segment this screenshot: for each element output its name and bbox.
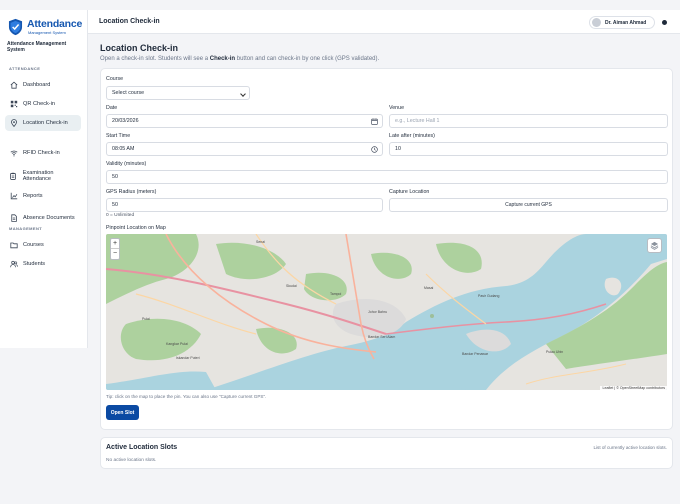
folder-icon <box>9 241 18 250</box>
active-slots-empty: No active location slots. <box>106 458 157 463</box>
map-label: Pinpoint Location on Map <box>106 225 166 231</box>
open-slot-button[interactable]: Open Slot <box>106 405 139 420</box>
map-place-label: Johor Bahru <box>368 310 388 314</box>
sidebar-item-label: Examination Attendance <box>22 169 54 182</box>
validity-label: Validity (minutes) <box>106 161 147 167</box>
validity-field[interactable]: 50 <box>106 170 668 184</box>
sidebar-item-label: Dashboard <box>23 82 51 88</box>
course-select[interactable]: Select course <box>106 86 250 100</box>
map-place-label: Skudai <box>286 284 297 288</box>
system-name: Attendance Management System <box>7 41 67 53</box>
start-time-value: 08:05 AM <box>112 146 135 152</box>
venue-field[interactable]: e.g., Lecture Hall 1 <box>389 114 668 128</box>
sidebar-item-students[interactable]: Students <box>5 256 81 272</box>
location-pin-icon <box>9 119 18 128</box>
zoom-out-button[interactable]: − <box>111 249 119 259</box>
sidebar-item-label: Reports <box>23 193 43 199</box>
venue-label: Venue <box>389 105 405 111</box>
sidebar-item-label: Students <box>23 261 46 267</box>
sidebar-item-qr-checkin[interactable]: QR Check-in <box>5 96 81 112</box>
active-slots-title: Active Location Slots <box>106 444 178 451</box>
map-place-label: Iskandar Puteri <box>176 356 200 360</box>
location-map[interactable]: + − Senai Pulai Kangkar Pulai Johor Bahr… <box>106 234 667 390</box>
date-label: Date <box>106 105 118 111</box>
date-field[interactable]: 20/03/2026 <box>106 114 383 128</box>
sidebar-item-label: QR Check-in <box>23 101 56 107</box>
map-attribution[interactable]: Leaflet | © OpenStreetMap contributors <box>600 386 667 390</box>
theme-toggle-icon[interactable] <box>662 20 667 25</box>
start-time-field[interactable]: 08:05 AM <box>106 142 383 156</box>
page-description: Open a check-in slot. Students will see … <box>100 56 379 62</box>
map-place-label: Tampoi <box>330 292 342 296</box>
late-after-label: Late after (minutes) <box>389 133 435 139</box>
section-label-attendance: ATTENDANCE <box>9 66 41 71</box>
sidebar-item-label: Location Check-in <box>23 120 68 126</box>
header-title: Location Check-in <box>99 18 160 25</box>
start-time-label: Start Time <box>106 133 131 139</box>
calendar-icon[interactable] <box>371 118 378 125</box>
section-label-management: MANAGEMENT <box>9 226 43 231</box>
sidebar-item-label: RFID Check-in <box>23 150 60 156</box>
venue-placeholder: e.g., Lecture Hall 1 <box>395 118 440 124</box>
zoom-in-button[interactable]: + <box>111 239 119 249</box>
map-place-label: Pulau Ubin <box>546 350 564 354</box>
sidebar-item-examination-attendance[interactable]: Examination Attendance <box>5 167 81 185</box>
capture-gps-button[interactable]: Capture current GPS <box>389 198 668 212</box>
chart-icon <box>9 192 18 201</box>
sidebar-item-location-checkin[interactable]: Location Check-in <box>5 115 81 131</box>
user-name: Dr. Aiman Ahmad <box>605 19 647 26</box>
sidebar-item-label: Courses <box>23 242 44 248</box>
wifi-icon <box>9 149 18 158</box>
active-slots-subtitle: List of currently active location slots. <box>593 445 667 450</box>
sidebar-item-label: Absence Documents <box>23 214 75 221</box>
gps-radius-hint: 0 = Unlimited <box>106 213 135 218</box>
late-after-field[interactable]: 10 <box>389 142 668 156</box>
sidebar-item-dashboard[interactable]: Dashboard <box>5 77 81 93</box>
page-desc-bold: Check-in <box>209 56 236 62</box>
page-desc-text-end: button and can check-in by one click (GP… <box>235 56 380 62</box>
validity-value: 50 <box>112 174 118 180</box>
gps-radius-label: GPS Radius (meters) <box>106 189 157 195</box>
clock-icon[interactable] <box>371 146 378 153</box>
map-place-label: Kangkar Pulai <box>166 342 188 346</box>
map-place-label: Masai <box>424 286 434 290</box>
sidebar-item-reports[interactable]: Reports <box>5 188 81 204</box>
top-header: Location Check-in Dr. Aiman Ahmad <box>88 10 680 34</box>
course-label: Course <box>106 76 124 82</box>
gps-radius-value: 50 <box>112 202 118 208</box>
layers-icon <box>650 241 659 250</box>
map-place-label: Pasir Gudang <box>478 294 500 298</box>
sidebar: Attendance Management System Attendance … <box>0 10 88 348</box>
map-place-label: Pulai <box>142 317 150 321</box>
map-place-label: Senai <box>256 240 265 244</box>
map-place-label: Bandar Penawar <box>462 352 489 356</box>
sidebar-item-courses[interactable]: Courses <box>5 237 81 253</box>
active-slots-card: Active Location Slots List of currently … <box>100 437 673 469</box>
users-icon <box>9 260 18 269</box>
zoom-controls: + − <box>110 238 120 260</box>
sidebar-item-rfid-checkin[interactable]: RFID Check-in <box>5 145 81 161</box>
capture-location-label: Capture Location <box>389 189 430 195</box>
clipboard-icon <box>9 172 18 181</box>
shield-check-icon <box>8 18 23 36</box>
late-after-value: 10 <box>395 146 401 152</box>
course-select-value: Select course <box>112 90 145 96</box>
brand-title: Attendance <box>27 18 83 30</box>
brand-subtitle: Management System <box>28 30 66 35</box>
qr-icon <box>9 100 18 109</box>
document-icon <box>9 214 18 223</box>
map-place-label: Bandar Seri Alam <box>368 335 396 339</box>
sidebar-item-absence-documents[interactable]: Absence Documents <box>5 209 81 227</box>
page-desc-text: Open a check-in slot. Students will see … <box>100 56 210 62</box>
layers-button[interactable] <box>647 238 662 253</box>
avatar <box>592 18 601 27</box>
home-icon <box>9 81 18 90</box>
page-title: Location Check-in <box>100 43 179 53</box>
gps-radius-field[interactable]: 50 <box>106 198 383 212</box>
date-value: 20/03/2026 <box>112 118 139 124</box>
map-tip: Tip: click on the map to place the pin. … <box>106 394 267 399</box>
brand-logo[interactable]: Attendance Management System <box>0 10 87 36</box>
user-menu-button[interactable]: Dr. Aiman Ahmad <box>589 16 655 29</box>
